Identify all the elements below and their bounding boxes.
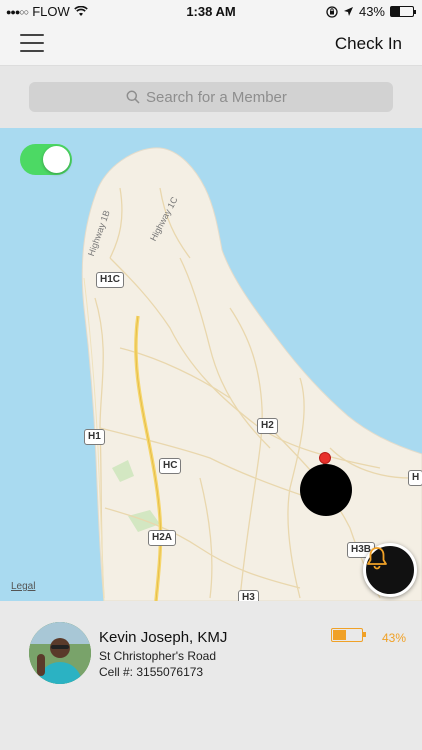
road-label-hc: HC [159,458,182,474]
avatar-photo [29,622,91,684]
location-arrow-icon [343,7,353,16]
member-cell: Cell #: 3155076173 [99,665,204,679]
location-pin-icon[interactable] [319,452,331,464]
battery-percent: 43% [358,4,385,19]
road-label-h1: H1 [84,429,105,445]
search-icon [126,90,140,104]
app-screen: ●●●○○ FLOW 1:38 AM 43% Check In Search f… [0,0,422,750]
member-panel[interactable]: Kevin Joseph, KMJ St Christopher's Road … [0,601,422,750]
search-bar[interactable] [29,82,393,112]
member-location-marker[interactable] [300,464,352,516]
member-battery-icon [331,628,366,642]
search-input[interactable] [146,88,296,106]
nav-bar: Check In [0,22,422,66]
status-right: 43% [326,4,416,19]
road-label-h1c: H1C [96,272,125,288]
map-view[interactable]: Highway 1B Highway 1C H1C H2 H1 HC H2A H… [0,128,422,601]
member-name: Kevin Joseph, KMJ [99,629,228,646]
tracking-toggle[interactable] [20,144,72,175]
road-label-h2a: H2A [148,530,177,546]
battery-icon [390,6,416,17]
toggle-knob [43,146,70,173]
road-label-h2: H2 [257,418,278,434]
battery-fill [391,7,401,16]
alert-bell-button[interactable] [363,543,417,597]
search-area [0,66,422,128]
member-battery-fill [333,630,346,640]
road-label-h: H [408,470,422,486]
member-battery-percent: 43% [382,631,407,645]
status-bar: ●●●○○ FLOW 1:38 AM 43% [0,0,422,22]
hamburger-menu-icon[interactable] [20,34,44,52]
road-label-h3: H3 [238,590,259,601]
legal-link[interactable]: Legal [11,581,35,592]
island-landmass [81,147,422,601]
check-in-button[interactable]: Check In [335,34,402,54]
map-canvas [81,147,422,601]
rotation-lock-icon [326,5,338,18]
avatar[interactable] [29,622,91,684]
bell-icon [367,547,387,570]
member-address: St Christopher's Road [99,649,217,663]
